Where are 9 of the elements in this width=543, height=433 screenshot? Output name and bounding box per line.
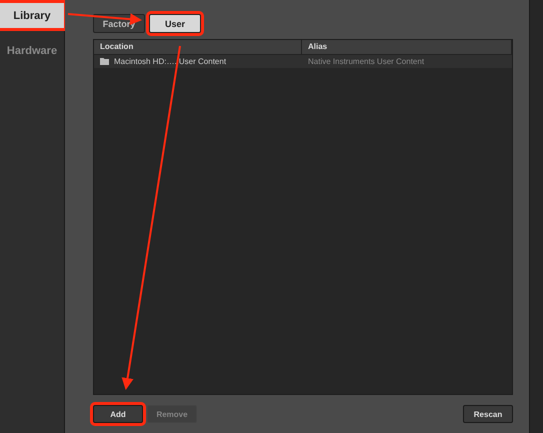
- folder-icon: [100, 58, 109, 65]
- column-header: Location: [94, 40, 302, 54]
- sidebar-item[interactable]: Library: [0, 3, 64, 28]
- tab[interactable]: User: [149, 14, 201, 33]
- column-header: Alias: [302, 40, 512, 54]
- button[interactable]: Rescan: [463, 405, 513, 423]
- sidebar-item[interactable]: Hardware: [0, 38, 64, 63]
- button[interactable]: Add: [93, 405, 143, 423]
- table-cell: Native Instruments User Content: [308, 57, 424, 66]
